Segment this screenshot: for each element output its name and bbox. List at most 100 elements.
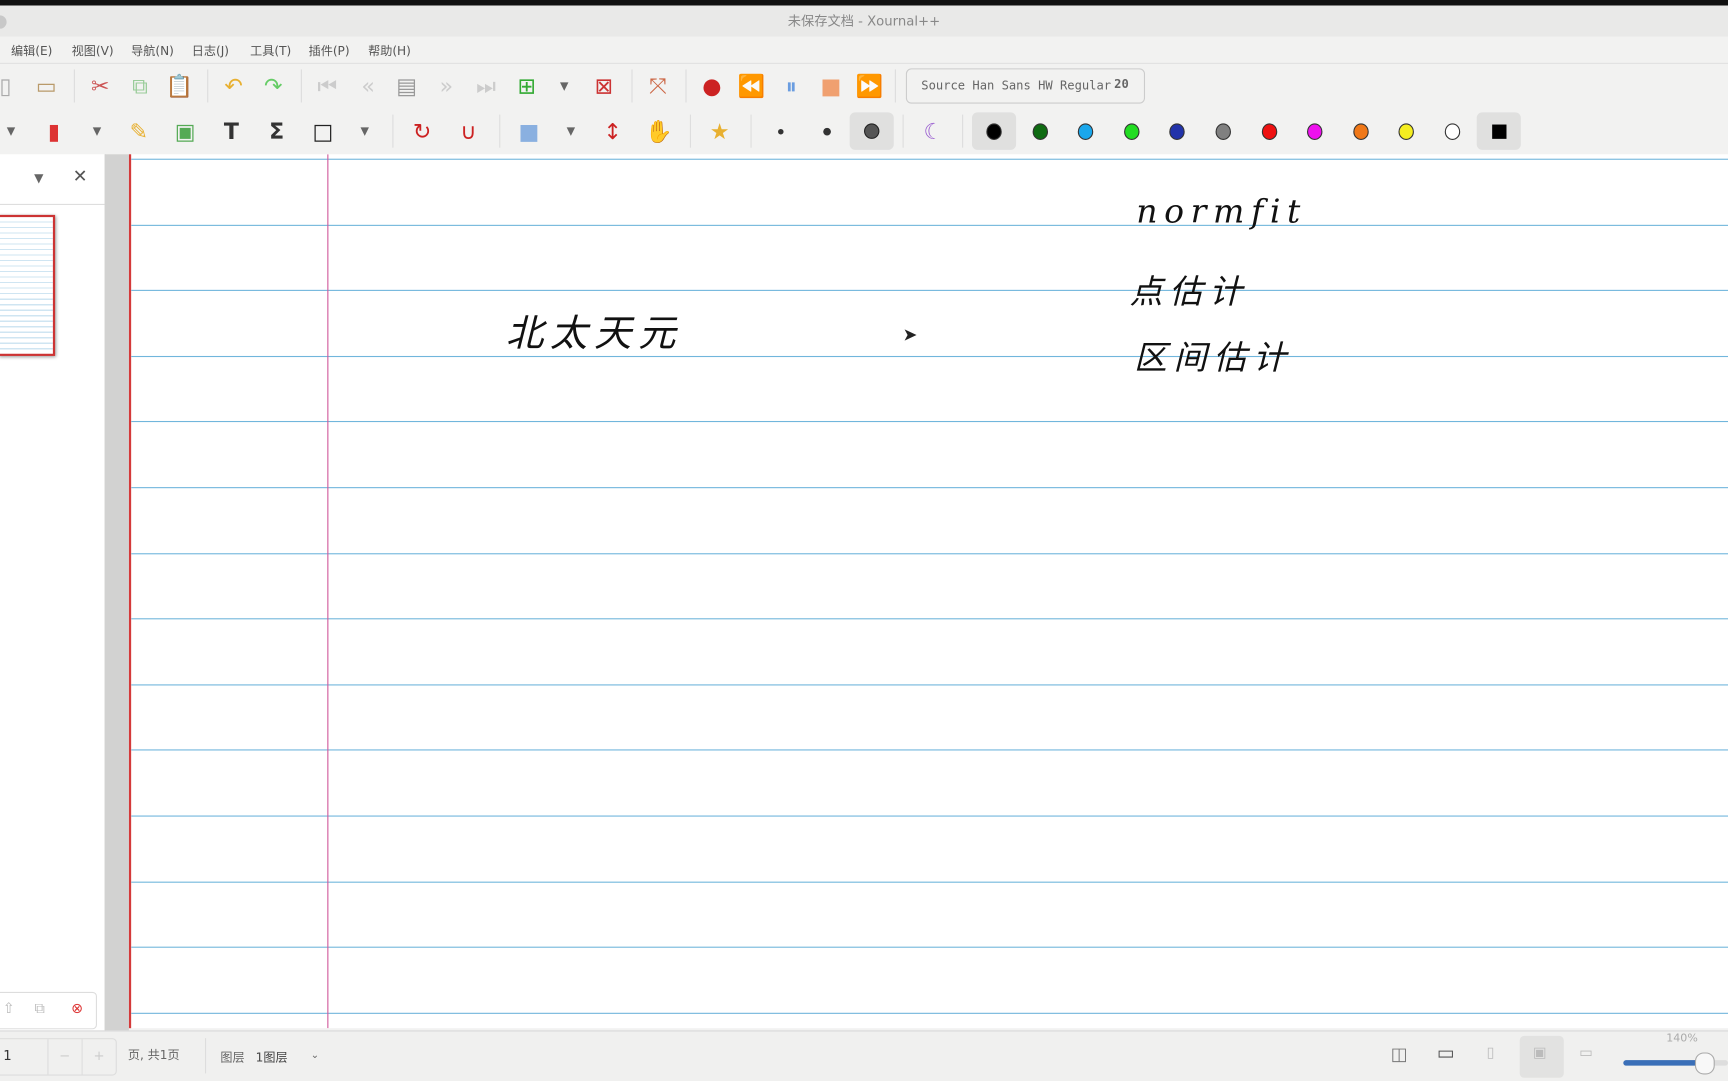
color-swatch[interactable]: [1207, 115, 1240, 148]
color-picker-icon[interactable]: ☾: [917, 115, 950, 148]
eraser-dropdown-icon[interactable]: ▼: [80, 115, 113, 148]
dual-page-icon[interactable]: ◫: [1391, 1044, 1408, 1065]
goto-page-icon[interactable]: ▤: [390, 69, 423, 102]
delete-page-icon[interactable]: ⊠: [587, 69, 620, 102]
image-icon[interactable]: ▣: [169, 115, 202, 148]
font-size: 20: [1114, 77, 1129, 92]
color-swatch[interactable]: [978, 115, 1011, 148]
ruled-line: [131, 946, 1728, 948]
hand-icon[interactable]: ✋: [642, 115, 675, 148]
font-selector-button[interactable]: Source Han Sans HW Regular 20: [905, 68, 1146, 104]
add-page-icon[interactable]: ⊞: [510, 69, 543, 102]
undo-icon[interactable]: ↶: [217, 69, 250, 102]
vertical-space-icon[interactable]: ↕: [596, 115, 629, 148]
thickness-medium-icon[interactable]: [810, 115, 843, 148]
stop-icon[interactable]: ■: [814, 69, 847, 102]
default-tool-icon[interactable]: ★: [703, 115, 736, 148]
select-dropdown-icon[interactable]: ▼: [554, 115, 587, 148]
menu-view[interactable]: 视图(V): [72, 42, 114, 60]
thickness-fine-icon[interactable]: [764, 115, 797, 148]
handwriting-text: 北太天元: [505, 311, 683, 356]
ruled-line: [131, 487, 1728, 489]
menu-edit[interactable]: 编辑(E): [11, 42, 52, 60]
fast-forward-icon[interactable]: ⏩: [853, 69, 886, 102]
page-increment-button[interactable]: +: [81, 1039, 115, 1075]
open-folder-icon[interactable]: ▭: [30, 69, 63, 102]
color-swatch[interactable]: [1023, 115, 1056, 148]
drawing-canvas[interactable]: 北太天元 normfit 点估计 区间估计 ➤: [128, 154, 1728, 1029]
page-number-input[interactable]: 1: [0, 1039, 47, 1074]
fullscreen-icon[interactable]: ⤧: [641, 69, 674, 102]
copy-icon[interactable]: ⧉: [123, 69, 156, 102]
cut-icon[interactable]: ✂: [84, 69, 117, 102]
menu-tools[interactable]: 工具(T): [250, 42, 291, 60]
last-page-icon[interactable]: ⏭: [469, 69, 502, 102]
thickness-thick-icon[interactable]: [855, 115, 888, 148]
delete-page-icon[interactable]: ⊗: [58, 993, 95, 1028]
text-tool-icon[interactable]: T: [215, 115, 248, 148]
color-swatch[interactable]: [1161, 115, 1194, 148]
highlighter-icon[interactable]: ✎: [122, 115, 155, 148]
sidebar-close-icon[interactable]: ✕: [73, 165, 88, 186]
color-swatch[interactable]: [1390, 115, 1423, 148]
shape-dropdown-icon[interactable]: ▼: [348, 115, 381, 148]
new-document-icon[interactable]: ▯: [0, 69, 22, 102]
menu-navigation[interactable]: 导航(N): [131, 42, 174, 60]
pen-dropdown-icon[interactable]: ▼: [0, 115, 28, 148]
ruled-line: [131, 815, 1728, 817]
color-dot: [1261, 122, 1277, 140]
page-thumbnail-1[interactable]: [0, 214, 56, 356]
page-spinner[interactable]: 1 − +: [0, 1038, 117, 1076]
move-page-up-icon[interactable]: ⇧: [0, 993, 21, 1028]
paste-icon[interactable]: 📋: [163, 69, 196, 102]
first-page-icon[interactable]: ⏮: [311, 69, 344, 102]
redo-icon[interactable]: ↷: [257, 69, 290, 102]
zoom-slider[interactable]: [1623, 1052, 1728, 1075]
select-rectangle-icon[interactable]: ■: [512, 115, 545, 148]
layer-selector[interactable]: 1图层: [256, 1048, 288, 1066]
ruled-line: [131, 552, 1728, 554]
previous-page-icon[interactable]: «: [352, 69, 385, 102]
ruled-line: [131, 355, 1728, 357]
page-decrement-button[interactable]: −: [46, 1039, 81, 1075]
mouse-cursor-icon: ➤: [902, 323, 918, 345]
color-swatch[interactable]: [1253, 115, 1286, 148]
add-page-dropdown-icon[interactable]: ▼: [548, 69, 581, 102]
menu-journal[interactable]: 日志(J): [192, 42, 229, 60]
divider: [204, 1038, 207, 1074]
grid-snap-magnet-icon[interactable]: ∪: [452, 115, 485, 148]
presentation-mode-icon[interactable]: ▭: [1437, 1043, 1455, 1065]
page-count-label: 页, 共1页: [127, 1048, 180, 1063]
custom-color-button[interactable]: [1482, 115, 1515, 148]
zoom-slider-handle[interactable]: [1694, 1052, 1715, 1075]
color-swatch[interactable]: [1344, 115, 1377, 148]
layer-dropdown-icon[interactable]: ⌄: [311, 1050, 319, 1061]
ruled-line: [131, 158, 1728, 160]
eraser-icon[interactable]: ▮: [37, 115, 70, 148]
color-dot: [1444, 122, 1461, 140]
zoom-100-icon[interactable]: ▯: [1487, 1045, 1495, 1062]
color-dot: [1123, 122, 1140, 140]
rotation-snap-icon[interactable]: ↻: [406, 115, 439, 148]
rewind-icon[interactable]: ⏪: [735, 69, 768, 102]
divider: [894, 69, 896, 103]
status-bar: 1 − + 页, 共1页 图层 1图层 ⌄ ◫ ▭ ▯ ▣ ▭ 140%: [0, 1030, 1728, 1081]
sidebar-dropdown-icon[interactable]: ▼: [34, 171, 43, 185]
next-page-icon[interactable]: »: [430, 69, 463, 102]
handwriting-text: normfit: [1136, 192, 1307, 232]
latex-icon[interactable]: Σ: [260, 115, 293, 148]
ruled-line: [131, 1012, 1728, 1014]
pause-icon[interactable]: ⏸: [775, 69, 808, 102]
record-icon[interactable]: ●: [695, 69, 728, 102]
color-swatch[interactable]: [1115, 115, 1148, 148]
menu-plugins[interactable]: 插件(P): [309, 42, 350, 60]
color-swatch[interactable]: [1436, 115, 1469, 148]
shape-rectangle-icon[interactable]: □: [306, 115, 339, 148]
color-swatch[interactable]: [1069, 115, 1102, 148]
color-swatch[interactable]: [1298, 115, 1331, 148]
copy-page-icon[interactable]: ⧉: [21, 993, 58, 1028]
zoom-width-icon[interactable]: ▭: [1579, 1045, 1593, 1062]
menu-help[interactable]: 帮助(H): [368, 42, 411, 60]
page-preview-sidebar: ▼ ✕ ⇧ ⧉ ⊗: [0, 154, 106, 1031]
divider: [73, 69, 75, 103]
